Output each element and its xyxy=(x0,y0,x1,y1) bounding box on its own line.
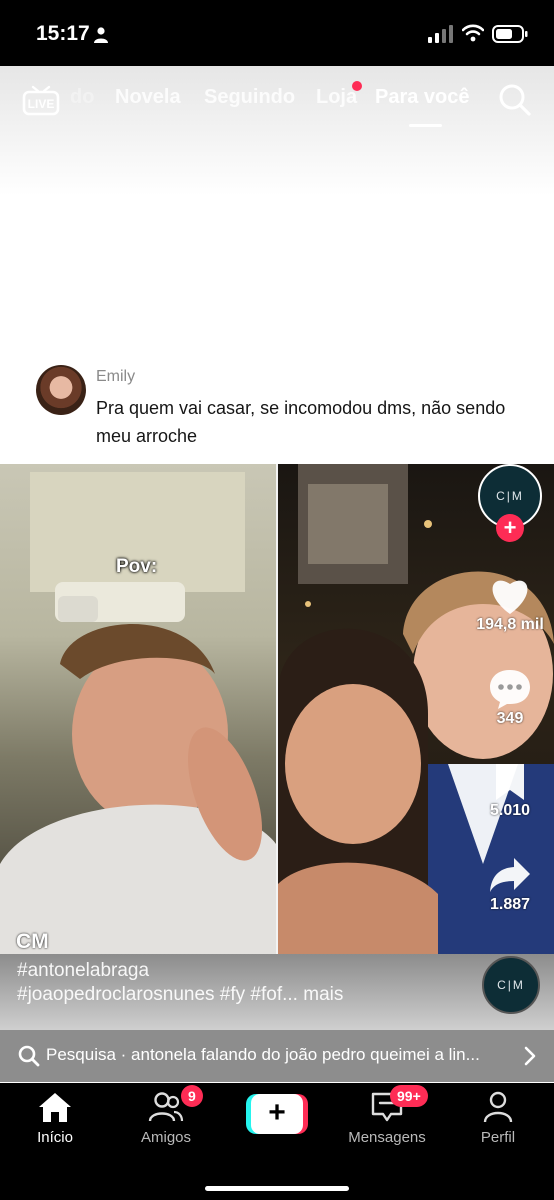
profile-icon xyxy=(483,1091,513,1123)
home-icon xyxy=(39,1093,71,1122)
video-watermark: CM xyxy=(16,930,49,953)
feed-screen: LIVE do Novela Seguindo Loja Para você E… xyxy=(0,66,554,1083)
caption-area: #antonelabraga #joaopedroclarosnunes #fy… xyxy=(0,954,554,1030)
search-icon[interactable] xyxy=(498,83,532,117)
live-icon[interactable]: LIVE xyxy=(22,82,60,116)
friends-badge: 9 xyxy=(181,1085,203,1107)
tab-loja[interactable]: Loja xyxy=(316,86,357,109)
tab-para-voce[interactable]: Para você xyxy=(375,86,470,109)
svg-text:LIVE: LIVE xyxy=(28,97,55,111)
video-player[interactable]: Pov: CM C|M + 194,8 mil 349 5.010 1.887 xyxy=(0,464,554,954)
bookmark-count: 5.010 xyxy=(489,802,531,819)
plus-icon: + xyxy=(251,1094,303,1134)
tab-seguindo[interactable]: Seguindo xyxy=(204,86,295,109)
battery-icon xyxy=(492,25,528,43)
comment-avatar[interactable] xyxy=(36,365,86,415)
heart-icon xyxy=(492,580,528,614)
share-arrow-icon xyxy=(490,858,530,892)
caption-hashtag-line2[interactable]: #joaopedroclarosnunes #fy #fof... mais xyxy=(17,984,343,1006)
comment-bubble-icon xyxy=(490,670,530,709)
bottom-nav: Início Amigos 9 + Mensagens 99+ Perfil xyxy=(0,1083,554,1200)
search-icon xyxy=(18,1045,40,1067)
messages-badge: 99+ xyxy=(390,1085,428,1107)
nav-home-label: Início xyxy=(37,1129,73,1146)
music-disc-initials: C|M xyxy=(497,978,525,992)
nav-profile-label: Perfil xyxy=(480,1129,516,1146)
friends-icon xyxy=(148,1092,184,1122)
like-button[interactable]: 194,8 mil xyxy=(470,576,550,634)
comment-button[interactable]: 349 xyxy=(470,668,550,728)
nav-profile[interactable]: Perfil xyxy=(448,1091,548,1146)
nav-messages-label: Mensagens xyxy=(348,1129,426,1146)
bookmark-button[interactable]: 5.010 xyxy=(470,762,550,820)
split-divider xyxy=(276,464,278,954)
loja-notification-dot xyxy=(352,81,362,91)
search-suggestion-text: Pesquisa · antonela falando do joão pedr… xyxy=(46,1045,480,1064)
video-overlay-text: Pov: xyxy=(116,556,158,577)
caption-hashtag-line1[interactable]: #antonelabraga xyxy=(17,960,149,982)
comment-text: Pra quem vai casar, se incomodou dms, nã… xyxy=(96,398,506,446)
person-icon xyxy=(94,27,108,43)
cellular-signal-icon xyxy=(428,25,453,43)
music-disc[interactable]: C|M xyxy=(482,956,540,1014)
comment-username[interactable]: Emily xyxy=(96,368,135,386)
home-indicator xyxy=(205,1186,349,1191)
share-button[interactable]: 1.887 xyxy=(470,856,550,914)
status-time: 15:17 xyxy=(36,22,90,45)
status-bar: 15:17 xyxy=(0,0,554,66)
left-scene-illustration xyxy=(0,472,276,954)
share-count: 1.887 xyxy=(489,896,531,913)
nav-home[interactable]: Início xyxy=(5,1091,105,1146)
follow-button[interactable]: + xyxy=(496,514,524,542)
wifi-icon xyxy=(462,24,484,42)
active-tab-indicator xyxy=(409,124,442,127)
tab-partial[interactable]: do xyxy=(70,86,94,109)
create-button[interactable]: + xyxy=(246,1094,308,1134)
video-left-panel: Pov: xyxy=(0,464,276,954)
bookmark-icon xyxy=(496,764,524,800)
search-suggestion-bar[interactable]: Pesquisa · antonela falando do joão pedr… xyxy=(0,1030,554,1082)
top-nav: LIVE do Novela Seguindo Loja Para você xyxy=(0,66,554,136)
like-count: 194,8 mil xyxy=(476,616,544,633)
chevron-right-icon xyxy=(524,1046,536,1066)
nav-friends-label: Amigos xyxy=(140,1129,192,1146)
tab-novela[interactable]: Novela xyxy=(115,86,181,109)
comment-count: 349 xyxy=(496,710,524,727)
